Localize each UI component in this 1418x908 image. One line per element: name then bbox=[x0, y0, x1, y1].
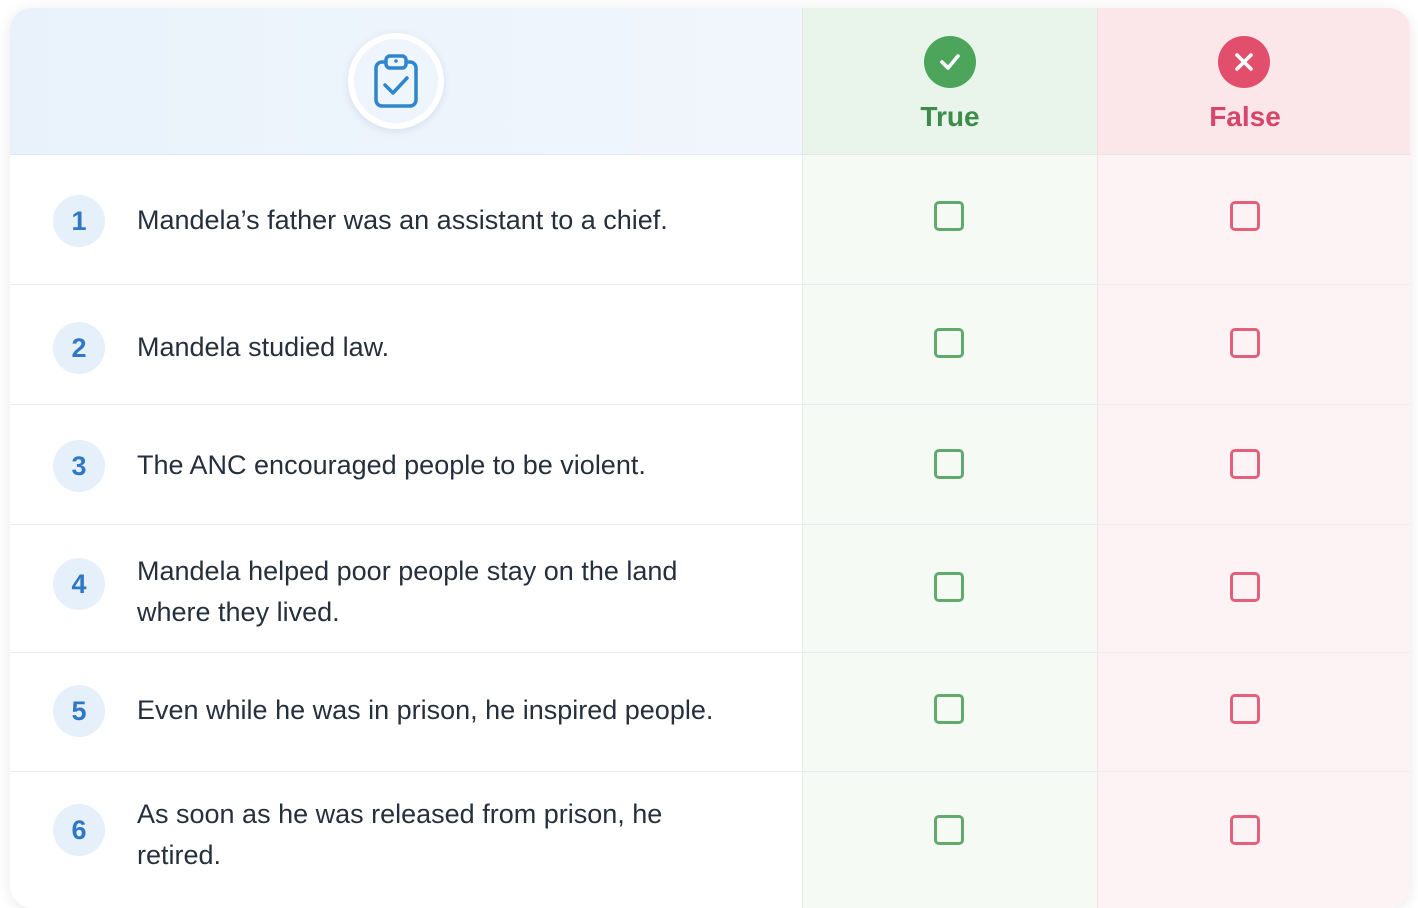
statement-number: 2 bbox=[53, 322, 105, 374]
true-checkbox[interactable] bbox=[934, 201, 964, 231]
false-checkbox[interactable] bbox=[1230, 449, 1260, 479]
statement-row-6: 6 As soon as he was released from prison… bbox=[10, 772, 1410, 898]
false-checkbox[interactable] bbox=[1230, 328, 1260, 358]
table-header: True False bbox=[10, 8, 1410, 154]
statement-text: The ANC encouraged people to be violent. bbox=[137, 450, 646, 480]
statement-text: Mandela’s father was an assistant to a c… bbox=[137, 205, 668, 235]
statement-text: As soon as he was released from prison, … bbox=[137, 799, 663, 870]
false-checkbox[interactable] bbox=[1230, 201, 1260, 231]
statement-number: 1 bbox=[53, 195, 105, 247]
false-checkbox[interactable] bbox=[1230, 572, 1260, 602]
statement-text: Even while he was in prison, he inspired… bbox=[137, 695, 714, 725]
statement-row-4: 4 Mandela helped poor people stay on the… bbox=[10, 525, 1410, 652]
statement-number: 6 bbox=[53, 804, 105, 856]
true-checkbox[interactable] bbox=[934, 815, 964, 845]
statement-text: Mandela helped poor people stay on the l… bbox=[137, 556, 678, 627]
check-circle-icon bbox=[924, 36, 976, 88]
true-checkbox[interactable] bbox=[934, 328, 964, 358]
statement-row-2: 2 Mandela studied law. bbox=[10, 285, 1410, 404]
statement-row-1: 1 Mandela’s father was an assistant to a… bbox=[10, 155, 1410, 284]
x-circle-icon bbox=[1218, 36, 1270, 88]
true-checkbox[interactable] bbox=[934, 449, 964, 479]
true-checkbox[interactable] bbox=[934, 572, 964, 602]
true-false-worksheet: True False 1 Mandela’s father was an ass… bbox=[10, 8, 1410, 908]
statement-number: 3 bbox=[53, 440, 105, 492]
false-checkbox[interactable] bbox=[1230, 694, 1260, 724]
true-column-label: True bbox=[920, 101, 980, 132]
statement-text: Mandela studied law. bbox=[137, 332, 390, 362]
true-checkbox[interactable] bbox=[934, 694, 964, 724]
statement-number: 4 bbox=[53, 558, 105, 610]
statement-number: 5 bbox=[53, 685, 105, 737]
clipboard-check-icon bbox=[348, 33, 444, 129]
statement-row-5: 5 Even while he was in prison, he inspir… bbox=[10, 653, 1410, 771]
false-column-label: False bbox=[1209, 101, 1281, 132]
false-checkbox[interactable] bbox=[1230, 815, 1260, 845]
statement-row-3: 3 The ANC encouraged people to be violen… bbox=[10, 405, 1410, 524]
